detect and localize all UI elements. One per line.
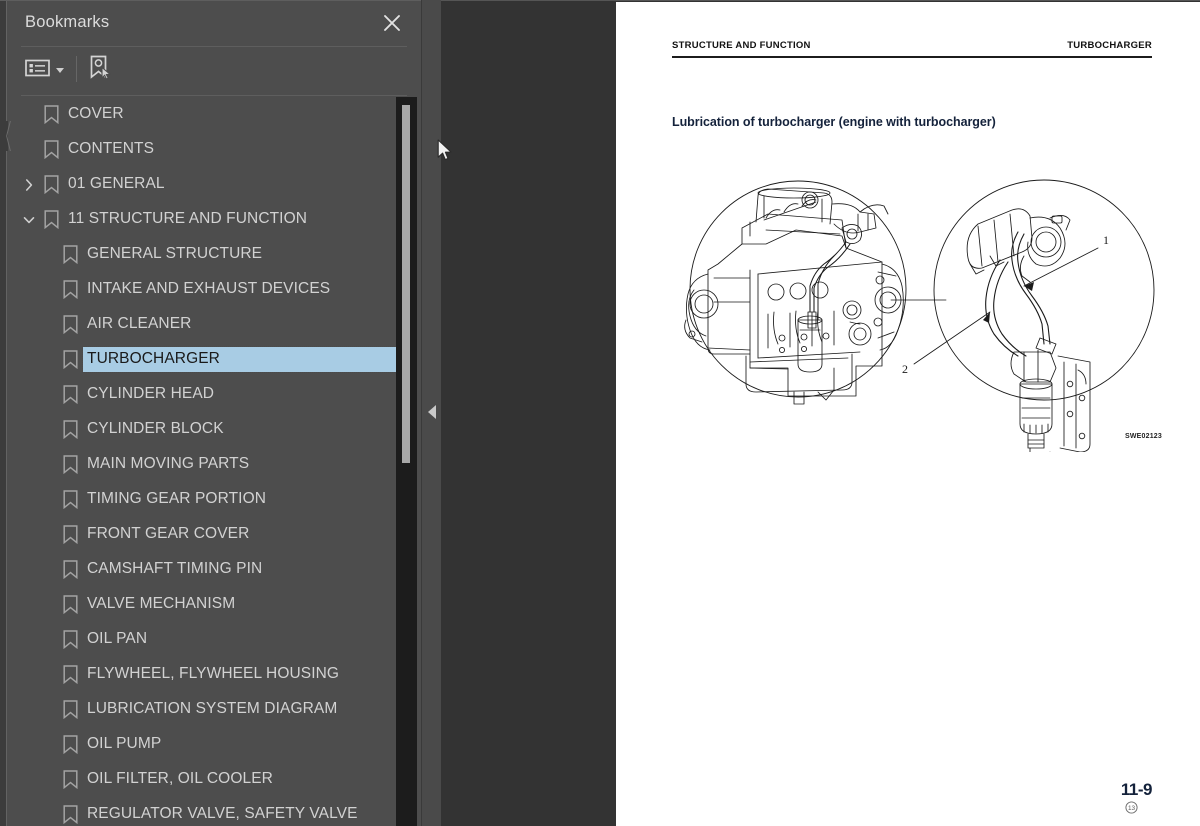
- bookmark-icon: [63, 315, 78, 334]
- bookmark-icon: [63, 630, 78, 649]
- bookmark-item-label: CYLINDER BLOCK: [87, 420, 224, 437]
- document-view[interactable]: STRUCTURE AND FUNCTION TURBOCHARGER Lubr…: [441, 0, 1200, 826]
- bookmark-icon: [63, 595, 78, 614]
- bookmark-item-label: OIL PUMP: [87, 735, 162, 752]
- bookmark-icon: [63, 280, 78, 299]
- bookmark-item-label: CAMSHAFT TIMING PIN: [87, 560, 263, 577]
- bookmarks-scrollbar-thumb[interactable]: [402, 105, 410, 463]
- bookmark-item-01-general[interactable]: 01 GENERAL: [8, 167, 396, 202]
- bookmark-item-label: OIL PAN: [87, 630, 148, 647]
- list-options-icon: [25, 58, 50, 83]
- bookmark-icon: [63, 735, 78, 754]
- bookmark-icon: [63, 490, 78, 509]
- bookmark-icon: [63, 385, 78, 404]
- bookmark-icon: [63, 700, 78, 719]
- bookmark-icon: [63, 455, 78, 474]
- bookmark-icon: [44, 105, 59, 124]
- bookmark-icon: [63, 665, 78, 684]
- bookmark-icon: [44, 175, 59, 194]
- bookmark-icon: [44, 210, 59, 229]
- bookmark-item-oil-filter-oil-cooler[interactable]: OIL FILTER, OIL COOLER: [8, 762, 396, 797]
- bookmark-item-label: FLYWHEEL, FLYWHEEL HOUSING: [87, 665, 340, 682]
- bookmark-item-oil-pan[interactable]: OIL PAN: [8, 622, 396, 657]
- bookmark-item-valve-mechanism[interactable]: VALVE MECHANISM: [8, 587, 396, 622]
- bookmark-item-label: TURBOCHARGER: [82, 346, 396, 373]
- bookmark-item-label: INTAKE AND EXHAUST DEVICES: [87, 280, 331, 297]
- bookmark-item-camshaft-timing-pin[interactable]: CAMSHAFT TIMING PIN: [8, 552, 396, 587]
- footer-page-number: 11-9: [1120, 780, 1153, 799]
- bookmark-item-lubrication-system-diagram[interactable]: LUBRICATION SYSTEM DIAGRAM: [8, 692, 396, 727]
- figure-callout-1: 1: [1103, 233, 1109, 247]
- close-icon[interactable]: [381, 12, 403, 34]
- bookmark-item-general-structure[interactable]: GENERAL STRUCTURE: [8, 237, 396, 272]
- bookmarks-scrollbar[interactable]: [396, 97, 417, 826]
- bookmark-item-label: GENERAL STRUCTURE: [87, 245, 263, 262]
- bookmark-item-regulator-valve-safety-valve[interactable]: REGULATOR VALVE, SAFETY VALVE: [8, 797, 396, 826]
- panel-title-bar: Bookmarks: [8, 1, 421, 48]
- figure-line-art: 1 2: [684, 179, 1155, 485]
- panel-toolbar: [8, 47, 421, 95]
- turbocharger-lubrication-figure: 1 2 SWE02123: [646, 152, 1166, 485]
- bookmark-item-air-cleaner[interactable]: AIR CLEANER: [8, 307, 396, 342]
- bookmark-item-timing-gear-portion[interactable]: TIMING GEAR PORTION: [8, 482, 396, 517]
- chevron-down-icon[interactable]: [20, 211, 38, 229]
- bookmark-item-label: 01 GENERAL: [68, 175, 165, 192]
- svg-text:13: 13: [1128, 805, 1136, 812]
- bookmark-item-11-structure-and-function[interactable]: 11 STRUCTURE AND FUNCTION: [8, 202, 396, 237]
- bookmark-item-turbocharger[interactable]: TURBOCHARGER: [8, 342, 396, 377]
- figure-code: SWE02123: [1124, 433, 1162, 440]
- bookmark-item-label: FRONT GEAR COVER: [87, 525, 250, 542]
- bookmark-item-flywheel-flywheel-housing[interactable]: FLYWHEEL, FLYWHEEL HOUSING: [8, 657, 396, 692]
- bookmark-item-label: CYLINDER HEAD: [87, 385, 215, 402]
- bookmark-pointer-button[interactable]: [86, 55, 112, 83]
- bookmark-item-cylinder-block[interactable]: CYLINDER BLOCK: [8, 412, 396, 447]
- bookmarks-panel: Bookmarks COVER CONTENTS 01 GENERAL 11 S…: [0, 0, 421, 826]
- header-topic-title: TURBOCHARGER: [1067, 40, 1152, 51]
- page-title: Bookmarks: [25, 13, 110, 31]
- bookmark-item-label: LUBRICATION SYSTEM DIAGRAM: [87, 700, 338, 717]
- triangle-left-icon[interactable]: [427, 404, 438, 420]
- footer-revision-badge: 13: [1125, 801, 1138, 816]
- divider: [21, 95, 407, 96]
- chevron-down-icon: [56, 67, 64, 73]
- bookmark-item-oil-pump[interactable]: OIL PUMP: [8, 727, 396, 762]
- bookmark-item-label: AIR CLEANER: [87, 315, 192, 332]
- bookmarks-tree[interactable]: COVER CONTENTS 01 GENERAL 11 STRUCTURE AND …: [8, 97, 396, 826]
- bookmark-icon: [63, 420, 78, 439]
- bookmark-item-label: REGULATOR VALVE, SAFETY VALVE: [87, 805, 358, 822]
- figure-callout-2: 2: [902, 362, 908, 376]
- bookmark-item-cylinder-head[interactable]: CYLINDER HEAD: [8, 377, 396, 412]
- pdf-viewer-window: Bookmarks COVER CONTENTS 01 GENERAL 11 S…: [0, 0, 1200, 826]
- bookmark-icon: [63, 245, 78, 264]
- bookmark-item-intake-and-exhaust-devices[interactable]: INTAKE AND EXHAUST DEVICES: [8, 272, 396, 307]
- bookmark-icon: [63, 770, 78, 789]
- bookmark-item-label: MAIN MOVING PARTS: [87, 455, 250, 472]
- toolbar-separator: [76, 56, 77, 82]
- page-subtitle: Lubrication of turbocharger (engine with…: [672, 115, 996, 129]
- bookmark-icon: [63, 805, 78, 824]
- bookmark-item-label: CONTENTS: [68, 140, 155, 157]
- document-page: STRUCTURE AND FUNCTION TURBOCHARGER Lubr…: [616, 2, 1200, 826]
- bookmark-item-main-moving-parts[interactable]: MAIN MOVING PARTS: [8, 447, 396, 482]
- bookmark-pointer-icon: [86, 54, 112, 85]
- chevron-right-icon[interactable]: [20, 176, 38, 194]
- bookmark-icon: [63, 350, 78, 369]
- panel-splitter[interactable]: [421, 0, 441, 826]
- bookmark-item-label: TIMING GEAR PORTION: [87, 490, 267, 507]
- bookmark-item-label: OIL FILTER, OIL COOLER: [87, 770, 273, 787]
- bookmark-item-label: COVER: [68, 105, 124, 122]
- header-section-title: STRUCTURE AND FUNCTION: [672, 40, 811, 51]
- bookmark-icon: [44, 140, 59, 159]
- bookmark-item-label: VALVE MECHANISM: [87, 595, 236, 612]
- panel-drag-handle[interactable]: [0, 121, 8, 151]
- page-running-header: STRUCTURE AND FUNCTION TURBOCHARGER: [672, 40, 1152, 58]
- list-options-button[interactable]: [25, 57, 64, 83]
- bookmark-icon: [63, 525, 78, 544]
- bookmark-item-front-gear-cover[interactable]: FRONT GEAR COVER: [8, 517, 396, 552]
- bookmark-item-cover[interactable]: COVER: [8, 97, 396, 132]
- bookmark-icon: [63, 560, 78, 579]
- bookmark-item-contents[interactable]: CONTENTS: [8, 132, 396, 167]
- bookmark-item-label: 11 STRUCTURE AND FUNCTION: [68, 210, 308, 227]
